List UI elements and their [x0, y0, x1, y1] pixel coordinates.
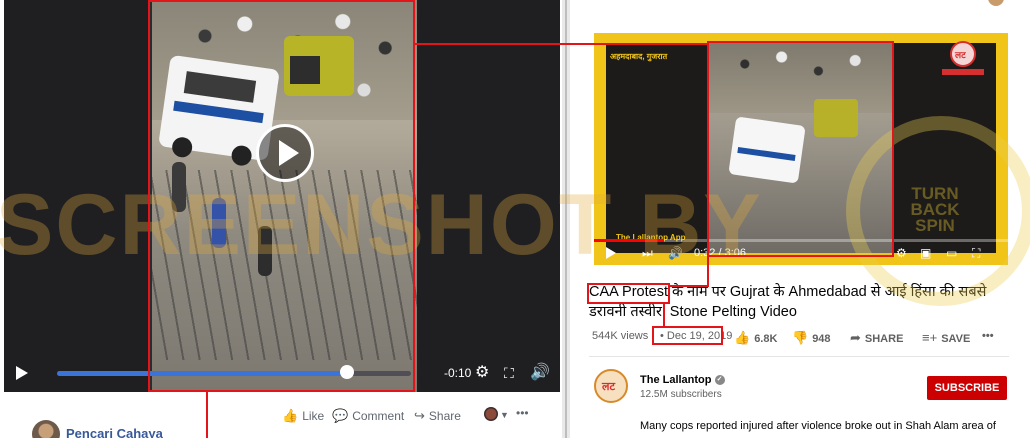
like-button[interactable]: 👍 6.8K	[734, 330, 777, 346]
screenshot-comparison: -0:10 ⚙ ⛶ 🔊 Pencari Cahaya 👍 Like 💬 Commen…	[0, 0, 1030, 438]
video-progress-bar[interactable]	[57, 371, 411, 376]
fullscreen-icon[interactable]: ⛶	[972, 246, 980, 260]
video-progress-bar[interactable]	[594, 239, 1008, 242]
video-letterbox-left	[4, 0, 148, 392]
thumbs-up-icon: 👍	[734, 330, 751, 345]
theater-mode-icon[interactable]: ▭	[946, 246, 957, 260]
next-icon[interactable]: ⏭	[642, 246, 653, 260]
gear-icon[interactable]: ⚙	[475, 364, 489, 382]
save-button[interactable]: ≡+ SAVE	[922, 330, 970, 345]
avatar[interactable]	[32, 420, 60, 438]
video-letterbox-right	[413, 0, 560, 392]
thumbs-down-icon: 👎	[792, 330, 809, 345]
video-description: Many cops reported injured after violenc…	[640, 420, 996, 432]
logo-caption-bar	[942, 69, 984, 75]
youtube-video-player[interactable]: अहमदाबाद, गुजरात The Lallantop App ⏭ 🔊 0…	[594, 33, 1008, 265]
channel-name[interactable]: The Lallantop ✓	[640, 374, 725, 386]
video-scrubber-handle[interactable]	[340, 365, 355, 379]
video-progress-fill	[594, 239, 665, 242]
play-icon[interactable]	[606, 247, 616, 259]
expand-icon[interactable]: ⛶	[504, 364, 514, 382]
speaker-icon[interactable]: 🔊	[530, 364, 550, 382]
crowd-image	[708, 43, 892, 113]
police-jeep-image	[728, 116, 806, 184]
divider	[589, 356, 1009, 357]
comment-button[interactable]: 💬 Comment	[332, 408, 404, 424]
post-author-name[interactable]: Pencari Cahaya	[66, 426, 163, 438]
youtube-video-frame	[708, 43, 892, 253]
more-options-button[interactable]: •••	[982, 330, 994, 342]
time-remaining: -0:10	[444, 366, 472, 380]
thumbs-up-icon: 👍	[282, 408, 299, 423]
more-options-button[interactable]: •••	[516, 406, 529, 420]
auto-rickshaw-image	[284, 36, 354, 96]
share-icon: ➦	[850, 330, 861, 345]
railing-image	[152, 170, 417, 360]
add-to-playlist-icon: ≡+	[922, 330, 938, 345]
youtube-watch-page: अहमदाबाद, गुजरात The Lallantop App ⏭ 🔊 0…	[570, 0, 1030, 438]
chevron-down-icon[interactable]: ▼	[500, 410, 509, 420]
play-overlay-button[interactable]	[256, 124, 314, 182]
upload-date: • Dec 19, 2019	[660, 330, 733, 342]
verified-check-icon: ✓	[714, 375, 725, 386]
time-display: 0:32 / 3:06	[694, 247, 746, 259]
comment-icon: 💬	[332, 408, 349, 423]
lallantop-logo	[950, 41, 976, 67]
facebook-action-bar: Pencari Cahaya 👍 Like 💬 Comment ↪ Share ▼ •…	[4, 392, 560, 438]
channel-avatar[interactable]	[594, 369, 628, 403]
facebook-post: -0:10 ⚙ ⛶ 🔊 Pencari Cahaya 👍 Like 💬 Commen…	[0, 0, 562, 438]
video-title: CAA Protest के नाम पर Gujrat के Ahmedaba…	[589, 284, 987, 320]
subscriber-count: 12.5M subscribers	[640, 389, 722, 400]
like-button[interactable]: 👍 Like	[282, 408, 324, 424]
location-caption: अहमदाबाद, गुजरात	[610, 52, 668, 61]
person-image	[212, 198, 226, 248]
facebook-video-controls: -0:10 ⚙ ⛶ 🔊	[4, 358, 560, 392]
play-icon[interactable]	[16, 366, 28, 380]
auto-rickshaw-image	[814, 99, 858, 137]
person-image	[258, 226, 272, 276]
video-progress-fill	[57, 371, 348, 376]
share-icon: ↪	[414, 408, 425, 423]
panel-divider	[562, 0, 570, 438]
facebook-video-player[interactable]	[4, 0, 560, 392]
miniplayer-icon[interactable]: ▣	[920, 246, 931, 260]
dislike-button[interactable]: 👎 948	[792, 330, 831, 346]
profile-picker-avatar[interactable]	[484, 407, 498, 421]
share-button[interactable]: ↪ Share	[414, 408, 461, 424]
view-count: 544K views	[592, 330, 649, 342]
speaker-icon[interactable]: 🔊	[668, 246, 683, 260]
facebook-video-frame	[152, 0, 417, 392]
subscribe-button[interactable]: SUBSCRIBE	[927, 376, 1007, 400]
gear-icon[interactable]: ⚙	[896, 246, 907, 260]
avatar[interactable]	[988, 0, 1004, 6]
share-button[interactable]: ➦ SHARE	[850, 330, 903, 346]
person-image	[172, 162, 186, 212]
